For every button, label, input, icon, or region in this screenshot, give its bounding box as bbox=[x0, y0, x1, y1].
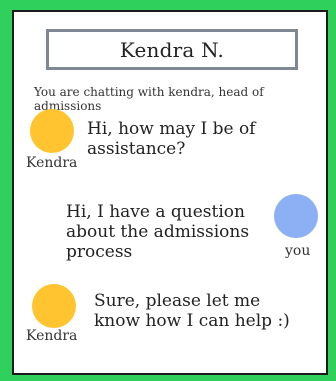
sender-name: Kendra bbox=[26, 155, 78, 171]
contact-name: Kendra N. bbox=[119, 37, 225, 62]
kendra-avatar bbox=[32, 284, 76, 328]
kendra-avatar bbox=[30, 109, 74, 153]
chat-window: Kendra N. You are chatting with kendra, … bbox=[12, 10, 328, 375]
sender-name: you bbox=[285, 243, 311, 259]
sender-name: Kendra bbox=[26, 328, 78, 344]
message-text: Sure, please let me know how I can help … bbox=[94, 291, 290, 331]
chat-header: Kendra N. bbox=[46, 29, 298, 70]
you-avatar bbox=[274, 194, 318, 238]
message-text: Hi, how may I be of assistance? bbox=[87, 119, 256, 159]
message-text: Hi, I have a question about the admissio… bbox=[66, 202, 250, 262]
chat-intro-text: You are chatting with kendra, head of ad… bbox=[34, 85, 264, 113]
